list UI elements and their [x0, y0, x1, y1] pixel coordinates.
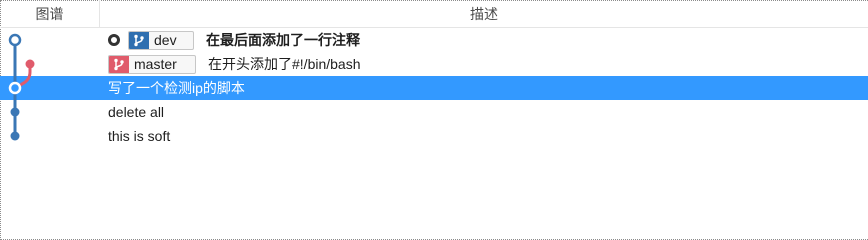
commit-node[interactable] [10, 131, 20, 141]
commit-node-ring[interactable] [8, 33, 22, 47]
description-column-header[interactable]: 描述 [100, 0, 868, 28]
commit-node[interactable] [25, 59, 35, 69]
commit-graph [8, 33, 35, 141]
commit-row[interactable]: dev 在最后面添加了一行注释 [0, 28, 868, 52]
commit-row-selected[interactable]: 写了一个检测ip的脚本 [0, 76, 868, 100]
commit-row[interactable]: delete all [0, 100, 868, 124]
commit-node-selected[interactable] [8, 81, 22, 95]
commit-row[interactable]: this is soft [0, 124, 868, 148]
commit-row[interactable]: master 在开头添加了#!/bin/bash [0, 52, 868, 76]
head-ring-icon [108, 34, 120, 46]
commit-message: 在开头添加了#!/bin/bash [208, 56, 361, 72]
graph-column-header[interactable]: 图谱 [0, 0, 100, 28]
column-header: 图谱 描述 [0, 0, 868, 28]
branch-badge-dev[interactable]: dev [128, 30, 194, 50]
git-branch-icon [109, 55, 129, 73]
branch-badge-master[interactable]: master [108, 54, 196, 74]
commit-message: 在最后面添加了一行注释 [206, 32, 360, 48]
commit-message: 写了一个检测ip的脚本 [108, 80, 245, 96]
branch-name: dev [154, 32, 177, 48]
commit-message: this is soft [108, 128, 171, 144]
commit-message: delete all [108, 104, 165, 120]
branch-name: master [134, 56, 177, 72]
git-branch-icon [129, 31, 149, 49]
commit-node[interactable] [10, 107, 20, 117]
